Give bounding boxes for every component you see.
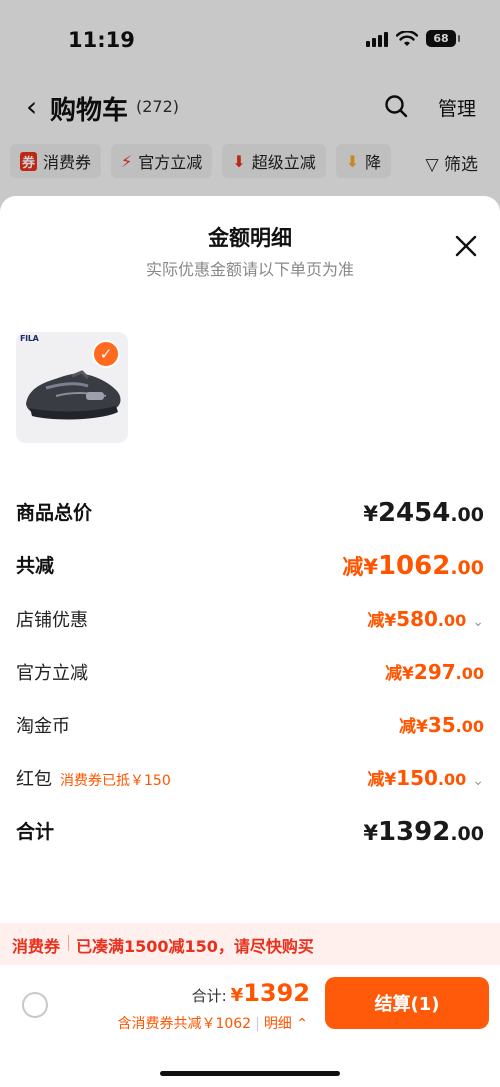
- chevron-down-icon: ⌄: [472, 773, 484, 789]
- chevron-down-icon: ⌄: [472, 614, 484, 630]
- row-value: 减¥ 580 .00 ⌄: [367, 606, 484, 631]
- redpacket-sublabel: 消费券已抵￥150: [60, 773, 171, 789]
- price-prefix: 减¥: [398, 717, 428, 737]
- price-dec: .00: [455, 717, 484, 736]
- checkout-bar: 合计: ¥ 1392 含消费券共减￥1062 | 明细 ⌃ 结算(1): [0, 965, 500, 1087]
- row-value: 减¥ 150 .00 ⌄: [367, 765, 484, 790]
- price-int: 2454: [377, 498, 451, 528]
- price-dec: .00: [437, 770, 467, 789]
- product-thumbnail[interactable]: FILA ✓: [16, 332, 128, 443]
- price-dec: .00: [437, 611, 467, 630]
- row-value: ¥ 2454 .00: [363, 498, 484, 528]
- home-indicator: [160, 1071, 340, 1076]
- price-prefix: ¥: [363, 821, 378, 845]
- footer-total-prefix: ¥: [230, 985, 244, 1006]
- row-label: 商品总价: [16, 502, 93, 524]
- row-value: 减¥ 35 .00: [399, 712, 484, 737]
- price-prefix: 减¥: [342, 555, 378, 579]
- row-redpacket[interactable]: 红包 消费券已抵￥150 减¥ 150 .00 ⌄: [16, 765, 484, 799]
- promo-divider: [68, 935, 69, 951]
- row-coins: 淘金币 减¥ 35 .00: [16, 712, 484, 746]
- row-value: ¥ 1392 .00: [363, 817, 484, 847]
- price-int: 297: [413, 660, 456, 684]
- footer-total-label: 合计:: [191, 987, 227, 1005]
- checkout-button[interactable]: 结算(1): [325, 977, 489, 1029]
- row-label: 店铺优惠: [16, 610, 88, 631]
- footer-discount-text: 含消费券共减￥1062: [117, 1016, 252, 1032]
- sheet-title: 金额明细: [208, 226, 292, 250]
- footer-total-value: 1392: [243, 979, 310, 1007]
- price-prefix: 减¥: [367, 770, 397, 790]
- row-label: 共减: [16, 555, 55, 577]
- coupon-promo-bar: 消费券 已凑满1500减150，请尽快购买: [0, 923, 500, 965]
- row-official-discount: 官方立减 减¥ 297 .00: [16, 659, 484, 693]
- row-label: 官方立减: [16, 663, 88, 684]
- amount-detail-sheet: 金额明细 实际优惠金额请以下单页为准 FILA ✓ 商品总价 ¥ 2454 .0…: [0, 196, 500, 1087]
- price-prefix: 减¥: [385, 664, 414, 684]
- footer-discount[interactable]: 含消费券共减￥1062 | 明细 ⌃: [117, 1013, 308, 1033]
- price-dec: .00: [450, 823, 484, 845]
- price-int: 580: [396, 607, 438, 631]
- selected-check-icon[interactable]: ✓: [92, 340, 120, 368]
- row-label: 红包 消费券已抵￥150: [16, 765, 171, 791]
- chevron-up-icon: ⌃: [291, 1016, 308, 1032]
- select-all-radio[interactable]: [22, 992, 48, 1018]
- row-label: 合计: [16, 821, 55, 843]
- row-value: 减¥ 1062 .00: [342, 551, 484, 581]
- price-int: 150: [396, 766, 438, 790]
- price-dec: .00: [450, 504, 484, 526]
- price-int: 1392: [377, 817, 451, 847]
- price-int: 35: [427, 713, 456, 737]
- row-subtotal: 商品总价 ¥ 2454 .00: [16, 498, 484, 532]
- price-prefix: ¥: [363, 502, 378, 526]
- promo-tag: 消费券: [12, 937, 61, 956]
- row-store-discount[interactable]: 店铺优惠 减¥ 580 .00 ⌄: [16, 606, 484, 640]
- redpacket-label: 红包: [16, 769, 52, 790]
- price-int: 1062: [377, 551, 451, 581]
- price-prefix: 减¥: [367, 611, 397, 631]
- row-total-discount: 共减 减¥ 1062 .00: [16, 551, 484, 585]
- price-dec: .00: [450, 557, 484, 579]
- row-total: 合计 ¥ 1392 .00: [16, 817, 484, 851]
- close-icon[interactable]: [454, 234, 478, 258]
- price-dec: .00: [455, 664, 484, 683]
- promo-text: 已凑满1500减150，请尽快购买: [76, 937, 314, 956]
- row-value: 减¥ 297 .00: [385, 659, 484, 684]
- sheet-subtitle: 实际优惠金额请以下单页为准: [145, 260, 354, 279]
- footer-divider: |: [255, 1016, 260, 1032]
- row-label: 淘金币: [16, 716, 70, 737]
- detail-toggle-label: 明细: [263, 1016, 292, 1032]
- footer-total: 合计: ¥ 1392: [192, 979, 310, 1007]
